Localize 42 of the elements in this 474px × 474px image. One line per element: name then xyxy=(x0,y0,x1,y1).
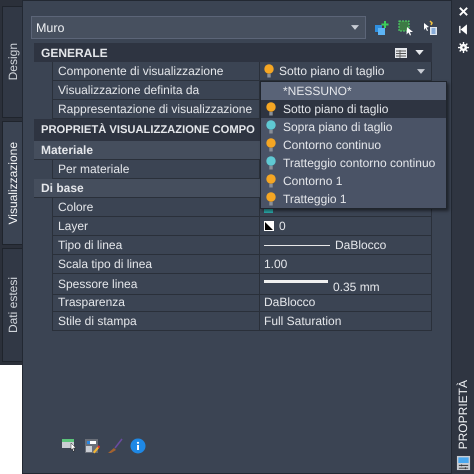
select-objects-icon[interactable] xyxy=(398,20,414,36)
close-icon[interactable] xyxy=(458,6,468,17)
add-objects-icon[interactable] xyxy=(374,20,390,36)
lineweight-sample xyxy=(264,280,328,282)
table-icon[interactable] xyxy=(395,48,407,58)
dropdown-option[interactable]: Sotto piano di taglio xyxy=(261,100,446,118)
property-label: Tipo di linea xyxy=(52,236,260,255)
section-header[interactable]: GENERALE xyxy=(34,43,432,62)
settings-icon[interactable] xyxy=(458,42,468,53)
select-cursor-icon[interactable] xyxy=(61,438,77,454)
caret-icon[interactable] xyxy=(415,50,424,55)
object-dropdown[interactable]: Muro xyxy=(31,16,366,39)
properties-icon[interactable] xyxy=(456,455,470,471)
side-tab[interactable]: Dati estesi xyxy=(2,248,22,362)
property-label: Colore xyxy=(52,198,260,217)
property-label: Spessore linea xyxy=(52,274,260,295)
combo-value: Muro xyxy=(36,20,64,34)
property-value: Full Saturation xyxy=(264,314,342,328)
property-label: Scala tipo di linea xyxy=(52,255,260,274)
property-value: 0.35 mm xyxy=(333,280,380,294)
palette-title: PROPRIETÀ xyxy=(456,380,470,449)
side-tab[interactable]: Design xyxy=(2,6,22,118)
layer-icon xyxy=(264,221,274,231)
property-value: DaBlocco xyxy=(335,238,386,252)
property-label: Trasparenza xyxy=(52,293,260,312)
info-icon[interactable] xyxy=(130,438,146,454)
caret-icon xyxy=(417,68,425,74)
property-label: Layer xyxy=(52,217,260,236)
dropdown-option[interactable]: *NESSUNO* xyxy=(261,82,446,100)
side-tab[interactable]: Visualizzazione xyxy=(2,121,22,245)
property-label: Stile di stampa xyxy=(52,312,260,331)
property-value: 1.00 xyxy=(264,257,288,271)
property-value: 0 xyxy=(279,219,286,233)
property-label: Componente di visualizzazione xyxy=(52,62,260,81)
linetype-sample xyxy=(264,244,330,246)
property-value: DaBlocco xyxy=(264,295,316,309)
caret-icon xyxy=(351,25,359,30)
property-dropdown[interactable]: Sotto piano di taglio xyxy=(260,62,432,81)
property-label: Visualizzazione definita da xyxy=(52,81,260,100)
style-editor-icon[interactable] xyxy=(84,438,100,454)
auto-hide-icon[interactable] xyxy=(458,24,468,35)
quick-select-icon[interactable] xyxy=(422,20,438,36)
